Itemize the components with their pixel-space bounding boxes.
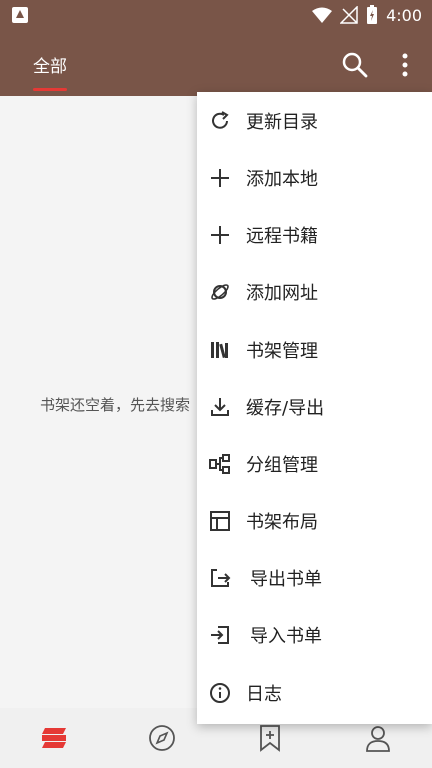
overflow-menu: 更新目录 添加本地 远程书籍 添加网址 书架管理 缓存/导出 分组管理 书架布局… <box>197 92 432 724</box>
wifi-icon <box>312 7 333 23</box>
nav-discover[interactable] <box>146 722 178 754</box>
menu-item-import-booklist[interactable]: 导入书单 <box>197 606 432 663</box>
import-icon <box>207 622 233 648</box>
bookshelf-icon <box>207 337 233 363</box>
empty-bookshelf-message: 书架还空着，先去搜索 <box>40 396 191 414</box>
menu-item-add-local[interactable]: 添加本地 <box>197 149 432 206</box>
menu-item-bookshelf-manage[interactable]: 书架管理 <box>197 321 432 378</box>
nav-my[interactable] <box>362 722 394 754</box>
export-icon <box>207 565 233 591</box>
menu-label: 分组管理 <box>246 454 318 476</box>
menu-label: 添加网址 <box>246 282 318 304</box>
menu-label: 导入书单 <box>250 625 322 647</box>
menu-label: 远程书籍 <box>246 225 318 247</box>
status-icons: 4:00 <box>312 5 422 25</box>
menu-label: 书架管理 <box>246 340 318 362</box>
menu-item-log[interactable]: 日志 <box>197 664 432 721</box>
notification-icon <box>12 7 28 23</box>
menu-label: 书架布局 <box>246 511 318 533</box>
person-icon <box>366 726 390 752</box>
menu-label: 添加本地 <box>246 168 318 190</box>
tab-indicator <box>33 88 67 91</box>
bookmark-add-icon <box>260 725 280 752</box>
signal-icon <box>340 6 358 24</box>
menu-label: 日志 <box>246 683 282 705</box>
menu-item-remote-books[interactable]: 远程书籍 <box>197 206 432 263</box>
bookshelf-nav-icon <box>42 728 66 748</box>
status-bar: 4:00 <box>0 0 432 32</box>
nav-rss[interactable] <box>254 722 286 754</box>
group-icon <box>207 451 233 477</box>
plus-icon <box>207 222 233 248</box>
battery-icon <box>367 5 378 24</box>
layout-icon <box>207 508 233 534</box>
refresh-icon <box>207 108 233 134</box>
download-icon <box>207 394 233 420</box>
tab-all[interactable]: 全部 <box>20 32 80 96</box>
menu-item-update-toc[interactable]: 更新目录 <box>197 92 432 149</box>
menu-label: 导出书单 <box>250 568 322 590</box>
menu-label: 更新目录 <box>246 111 318 133</box>
planet-icon <box>207 279 233 305</box>
search-button[interactable] <box>340 50 370 80</box>
search-icon <box>342 52 368 78</box>
menu-item-cache-export[interactable]: 缓存/导出 <box>197 378 432 435</box>
menu-label: 缓存/导出 <box>246 397 325 419</box>
menu-item-group-manage[interactable]: 分组管理 <box>197 435 432 492</box>
menu-item-bookshelf-layout[interactable]: 书架布局 <box>197 492 432 549</box>
compass-icon <box>149 725 175 751</box>
info-icon <box>207 680 233 706</box>
plus-icon <box>207 165 233 191</box>
more-vert-icon <box>402 53 408 77</box>
menu-item-add-url[interactable]: 添加网址 <box>197 263 432 320</box>
status-time: 4:00 <box>386 5 422 25</box>
nav-bookshelf[interactable] <box>38 722 70 754</box>
more-options-button[interactable] <box>392 50 418 80</box>
menu-item-export-booklist[interactable]: 导出书单 <box>197 549 432 606</box>
